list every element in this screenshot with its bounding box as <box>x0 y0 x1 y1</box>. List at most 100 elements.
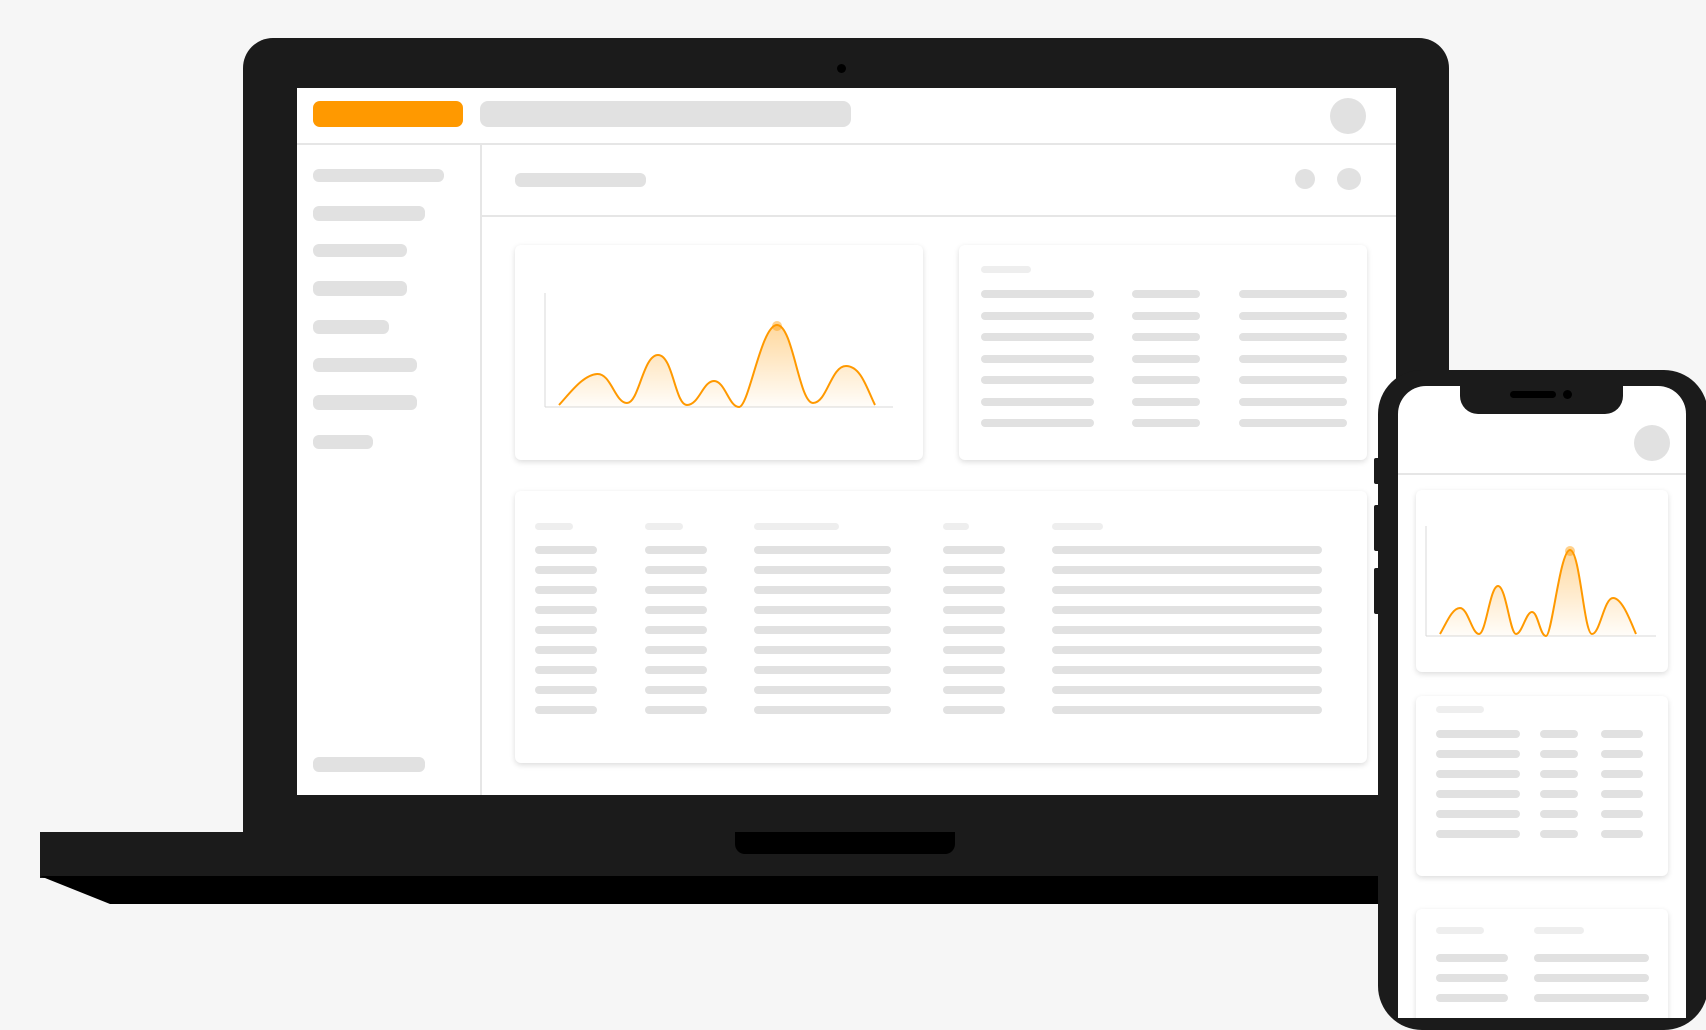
sidebar-item[interactable] <box>313 435 373 449</box>
table-cell <box>1436 750 1520 758</box>
laptop-foot <box>40 876 1440 904</box>
sidebar-item[interactable] <box>313 320 389 334</box>
column-header <box>1436 927 1484 934</box>
table-card <box>1416 696 1668 876</box>
table-cell <box>1052 626 1322 634</box>
table-cell <box>1052 706 1322 714</box>
chart-area <box>559 325 875 407</box>
table-cell <box>1540 750 1578 758</box>
list-card <box>1416 909 1668 1018</box>
table-cell <box>645 566 707 574</box>
table-cell <box>1601 830 1643 838</box>
table-cell <box>535 686 597 694</box>
topbar-divider <box>297 143 1396 145</box>
avatar-icon[interactable] <box>1330 98 1366 134</box>
column-header <box>535 523 573 530</box>
table-cell <box>943 546 1005 554</box>
table-cell <box>943 606 1005 614</box>
table-cell <box>943 686 1005 694</box>
table-cell <box>1436 830 1520 838</box>
table-cell <box>1052 666 1322 674</box>
table-cell <box>1540 830 1578 838</box>
table-cell <box>1601 730 1643 738</box>
table-cell <box>535 546 597 554</box>
table-cell <box>645 586 707 594</box>
chart-card <box>515 245 923 460</box>
action-dot-icon[interactable] <box>1295 169 1315 189</box>
sidebar-divider <box>480 145 482 795</box>
chart-peak-marker <box>772 321 782 331</box>
table-cell <box>943 626 1005 634</box>
table-cell <box>1436 974 1508 982</box>
table-cell <box>943 586 1005 594</box>
table-cell <box>754 606 891 614</box>
line-area-chart <box>1425 526 1656 638</box>
table-cell <box>645 646 707 654</box>
table-cell <box>1052 586 1322 594</box>
table-cell <box>1436 954 1508 962</box>
sidebar-item[interactable] <box>313 358 417 372</box>
table-cell <box>1132 333 1200 341</box>
table-cell <box>535 646 597 654</box>
chart-peak-marker <box>1565 546 1575 556</box>
table-cell <box>943 706 1005 714</box>
table-cell <box>754 706 891 714</box>
table-cell <box>1132 376 1200 384</box>
table-cell <box>1540 730 1578 738</box>
table-cell <box>645 686 707 694</box>
sidebar-item[interactable] <box>313 206 425 221</box>
table-cell <box>1132 355 1200 363</box>
table-cell <box>981 355 1094 363</box>
table-cell <box>981 290 1094 298</box>
table-cell <box>1239 290 1347 298</box>
table-cell <box>1052 566 1322 574</box>
table-cell <box>535 626 597 634</box>
table-cell <box>1540 790 1578 798</box>
table-cell <box>1052 686 1322 694</box>
table-cell <box>943 566 1005 574</box>
table-cell <box>535 666 597 674</box>
table-cell <box>1601 810 1643 818</box>
sidebar-item[interactable] <box>313 169 444 182</box>
table-cell <box>1239 376 1347 384</box>
table-cell <box>535 606 597 614</box>
card-title <box>1436 706 1484 713</box>
table-cell <box>754 686 891 694</box>
avatar-icon[interactable] <box>1634 425 1670 461</box>
phone-camera-icon <box>1563 390 1572 399</box>
sidebar-item[interactable] <box>313 281 407 296</box>
action-dot-icon[interactable] <box>1337 168 1361 190</box>
table-cell <box>754 546 891 554</box>
subheader-divider <box>482 215 1396 217</box>
table-cell <box>943 646 1005 654</box>
table-cell <box>1052 646 1322 654</box>
table-cell <box>1534 974 1649 982</box>
table-cell <box>754 626 891 634</box>
table-cell <box>645 666 707 674</box>
table-cell <box>645 706 707 714</box>
app-logo[interactable] <box>313 101 463 127</box>
table-cell <box>535 586 597 594</box>
sidebar-item[interactable] <box>313 395 417 410</box>
table-cell <box>1132 398 1200 406</box>
table-cell <box>645 606 707 614</box>
table-cell <box>1601 790 1643 798</box>
table-cell <box>1239 419 1347 427</box>
table-cell <box>754 566 891 574</box>
page-title <box>515 173 646 187</box>
table-cell <box>535 566 597 574</box>
table-cell <box>943 666 1005 674</box>
table-cell <box>1052 546 1322 554</box>
table-cell <box>1601 770 1643 778</box>
table-cell <box>1132 312 1200 320</box>
table-cell <box>1540 810 1578 818</box>
sidebar-item[interactable] <box>313 244 407 257</box>
sidebar-footer-item[interactable] <box>313 757 425 772</box>
table-cell <box>1534 994 1649 1002</box>
table-cell <box>645 546 707 554</box>
table-cell <box>1540 770 1578 778</box>
table-cell <box>1239 333 1347 341</box>
table-cell <box>1601 750 1643 758</box>
table-cell <box>1534 954 1649 962</box>
search-input[interactable] <box>480 101 851 127</box>
